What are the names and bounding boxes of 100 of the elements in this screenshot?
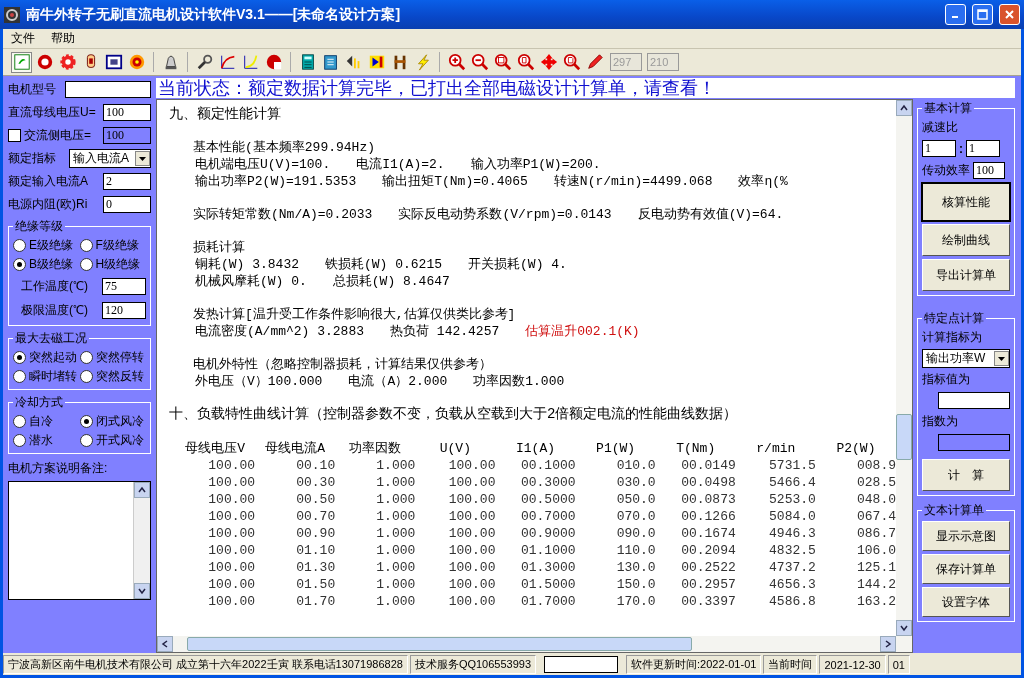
table-cell: 01.1000 xyxy=(495,542,576,559)
zoom-out-icon[interactable] xyxy=(469,51,490,73)
table-cell-text: 00.2957 xyxy=(680,576,736,593)
status-text: 宁波高新区南牛电机技术有限公司 成立第十六年2022壬寅 联系电话13071986828 xyxy=(3,655,408,674)
report-text: 电流（A）2.000 xyxy=(348,373,448,390)
group-title: 特定点计算 xyxy=(923,310,985,327)
calculate-button[interactable]: 计 算 xyxy=(922,459,1010,491)
radio-button[interactable] xyxy=(13,415,26,428)
menu-item[interactable]: 文件 xyxy=(11,30,35,47)
status-text: 2021-12-30 xyxy=(819,655,886,674)
zoom-doc-icon[interactable] xyxy=(561,51,582,73)
window-title: 南牛外转子无刷直流电机设计软件V3.1——[未命名设计方案] xyxy=(26,5,402,24)
action-button[interactable]: 设置字体 xyxy=(922,587,1010,617)
report-text: 铁损耗(W) 0.6215 xyxy=(325,256,443,273)
table-cell-text: 00.2094 xyxy=(680,542,736,559)
action-button[interactable]: 绘制曲线 xyxy=(922,224,1010,256)
radio-button[interactable] xyxy=(79,239,93,252)
status-message: 当前状态：额定数据计算完毕，已打出全部电磁设计计算单，请查看！ xyxy=(156,78,1015,98)
input-field[interactable]: 120 xyxy=(102,301,146,319)
app-icon xyxy=(4,6,20,23)
zoom-in-icon[interactable] xyxy=(446,51,467,73)
input-field[interactable]: 1 xyxy=(922,140,956,157)
report-text: 铜耗(W) 3.8432 xyxy=(195,256,299,273)
table-cell-text: 144.2 xyxy=(856,576,896,593)
table-cell-text: 00.0149 xyxy=(680,457,736,474)
radio-label: 突然停转 xyxy=(95,349,144,366)
action-button[interactable]: 核算性能 xyxy=(922,183,1010,221)
table-cell: 00.70 xyxy=(255,508,336,525)
column-header: P1(W) xyxy=(595,439,637,457)
table-cell-text: 5084.0 xyxy=(768,508,816,525)
input-field[interactable]: 0 xyxy=(103,196,151,213)
report-text: 机械风摩耗(W) 0. xyxy=(195,273,307,290)
close-button[interactable] xyxy=(999,4,1020,25)
table-cell-text: 5466.4 xyxy=(768,474,816,491)
gear-icon[interactable] xyxy=(57,51,78,73)
table-cell-text: 100.00 xyxy=(207,593,256,610)
table-cell: 00.1000 xyxy=(495,457,576,474)
report-text: 实际反电动势系数(V/rpm)=0.0143 xyxy=(398,206,612,223)
table-cell-text: 010.0 xyxy=(615,457,656,474)
scroll-thumb[interactable] xyxy=(187,637,692,651)
table-cell: 01.50 xyxy=(255,576,336,593)
column-header: 功率因数 xyxy=(348,440,403,457)
input-field[interactable]: 75 xyxy=(102,277,146,295)
radio-button[interactable] xyxy=(13,351,26,364)
maximize-icon xyxy=(977,9,988,20)
table-cell: 100.00 xyxy=(415,457,496,474)
report-text: 损耗计算 xyxy=(193,239,245,256)
table-cell: 00.7000 xyxy=(495,508,576,525)
table-cell-text: 00.2522 xyxy=(680,559,736,576)
group-title: 基本计算 xyxy=(923,100,973,117)
table-cell-text: 5731.5 xyxy=(768,457,816,474)
input-field[interactable]: 100 xyxy=(103,104,151,121)
input-field[interactable]: 1 xyxy=(966,140,1000,157)
report-text: 功率因数1.000 xyxy=(473,373,565,390)
notes-field[interactable] xyxy=(8,481,151,600)
input-field[interactable] xyxy=(65,81,151,98)
zoom-page-icon[interactable] xyxy=(515,51,536,73)
table-cell: 100.00 xyxy=(415,525,496,542)
action-button[interactable]: 保存计算单 xyxy=(922,554,1010,584)
radio-button[interactable] xyxy=(13,239,26,252)
minimize-button[interactable] xyxy=(945,4,966,25)
radio-button[interactable] xyxy=(79,370,93,383)
scroll-thumb[interactable] xyxy=(896,414,912,460)
input-field[interactable]: 2 xyxy=(103,173,151,190)
input-field[interactable] xyxy=(938,434,1010,451)
maximize-button[interactable] xyxy=(972,4,993,25)
radio-button[interactable] xyxy=(79,258,93,271)
action-button[interactable]: 显示示意图 xyxy=(922,521,1010,551)
column-header: T(Nm) xyxy=(675,439,717,457)
table-cell-text: 150.0 xyxy=(615,576,656,593)
zoom-box-icon[interactable] xyxy=(492,51,513,73)
table-cell: 100.00 xyxy=(415,508,496,525)
radio-button[interactable] xyxy=(79,434,93,447)
status-text: 技术服务QQ106553993 xyxy=(409,655,537,674)
action-button[interactable]: 导出计算单 xyxy=(922,259,1010,291)
input-field[interactable]: 100 xyxy=(973,162,1005,179)
radio-button[interactable] xyxy=(13,370,26,383)
radio-button[interactable] xyxy=(79,351,93,364)
dropdown[interactable]: 输入电流A xyxy=(69,149,151,168)
menu-item[interactable]: 帮助 xyxy=(51,30,75,47)
leaf-square-icon[interactable] xyxy=(11,51,32,73)
report-text: 外电压（V）100.000 xyxy=(195,373,323,390)
section-heading: 九、额定性能计算 xyxy=(169,106,282,123)
report-text: 效率η(% xyxy=(738,173,788,190)
table-cell: 00.50 xyxy=(255,491,336,508)
table-cell-text: 00.1674 xyxy=(680,525,736,542)
close-icon xyxy=(1004,9,1015,20)
report-text: 输出功率P2(W)=191.5353 xyxy=(195,173,357,190)
field-label: 电源内阻(欧)Ri xyxy=(8,196,88,213)
dropdown[interactable]: 输出功率W xyxy=(922,349,1010,368)
input-field[interactable] xyxy=(938,392,1010,409)
radio-button[interactable] xyxy=(13,258,26,271)
radio-label: 开式风冷 xyxy=(95,432,144,449)
table-cell: 100.00 xyxy=(415,576,496,593)
report-text: 发热计算[温升受工作条件影响很大,估算仅供类比参考] xyxy=(193,306,516,323)
table-cell: 00.3000 xyxy=(495,474,576,491)
report-text: 总损耗(W) 8.4647 xyxy=(332,273,450,290)
radio-button[interactable] xyxy=(13,434,26,447)
report-text: 电流I1(A)=2. xyxy=(356,156,445,173)
radio-button[interactable] xyxy=(79,415,93,428)
